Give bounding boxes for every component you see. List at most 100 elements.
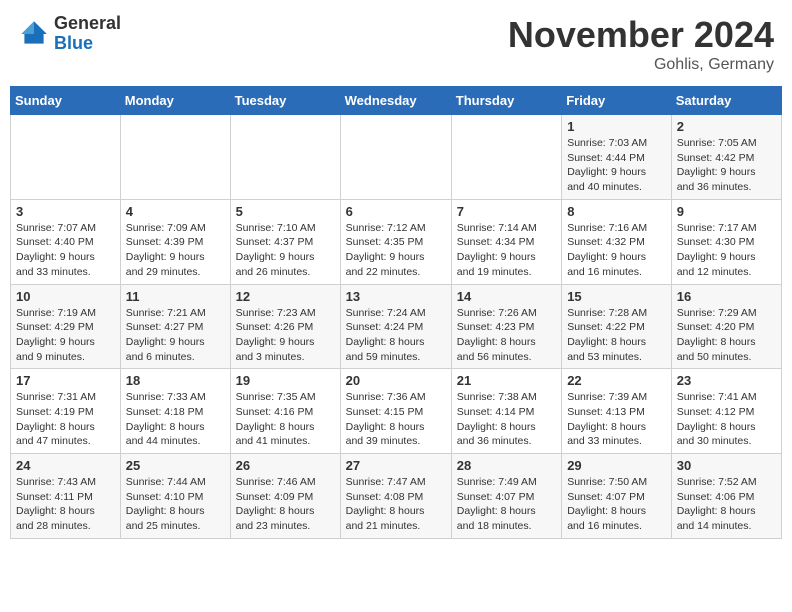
day-info: Sunrise: 7:05 AM Sunset: 4:42 PM Dayligh…	[677, 136, 776, 195]
calendar-cell: 12 Sunrise: 7:23 AM Sunset: 4:26 PM Dayli…	[230, 284, 340, 369]
weekday-header: Saturday	[671, 87, 781, 115]
calendar-cell: 30 Sunrise: 7:52 AM Sunset: 4:06 PM Dayli…	[671, 454, 781, 539]
calendar-cell: 18 Sunrise: 7:33 AM Sunset: 4:18 PM Dayli…	[120, 369, 230, 454]
calendar-cell: 29 Sunrise: 7:50 AM Sunset: 4:07 PM Dayli…	[562, 454, 672, 539]
logo-icon	[18, 18, 50, 50]
calendar-cell: 6Sunrise: 7:12 AM Sunset: 4:35 PM Daylig…	[340, 199, 451, 284]
calendar-cell: 13Sunrise: 7:24 AM Sunset: 4:24 PM Dayli…	[340, 284, 451, 369]
calendar-cell: 1 Sunrise: 7:03 AM Sunset: 4:44 PM Daylig…	[562, 115, 672, 200]
calendar-cell: 19 Sunrise: 7:35 AM Sunset: 4:16 PM Dayli…	[230, 369, 340, 454]
day-number: 16	[677, 289, 776, 304]
day-number: 8	[567, 204, 666, 219]
day-info: Sunrise: 7:16 AM Sunset: 4:32 PM Dayligh…	[567, 221, 666, 280]
day-info: Sunrise: 7:03 AM Sunset: 4:44 PM Dayligh…	[567, 136, 666, 195]
weekday-header: Tuesday	[230, 87, 340, 115]
page-header: General Blue November 2024 Gohlis, Germa…	[10, 10, 782, 78]
day-number: 13	[346, 289, 446, 304]
day-info: Sunrise: 7:38 AM Sunset: 4:14 PM Dayligh…	[457, 390, 556, 449]
weekday-header: Wednesday	[340, 87, 451, 115]
calendar-cell	[230, 115, 340, 200]
day-info: Sunrise: 7:28 AM Sunset: 4:22 PM Dayligh…	[567, 306, 666, 365]
calendar-cell: 26 Sunrise: 7:46 AM Sunset: 4:09 PM Dayli…	[230, 454, 340, 539]
calendar-cell: 23Sunrise: 7:41 AM Sunset: 4:12 PM Dayli…	[671, 369, 781, 454]
weekday-header: Sunday	[11, 87, 121, 115]
day-info: Sunrise: 7:10 AM Sunset: 4:37 PM Dayligh…	[236, 221, 335, 280]
day-info: Sunrise: 7:23 AM Sunset: 4:26 PM Dayligh…	[236, 306, 335, 365]
calendar-cell	[451, 115, 561, 200]
calendar-week-row: 1 Sunrise: 7:03 AM Sunset: 4:44 PM Daylig…	[11, 115, 782, 200]
day-number: 2	[677, 119, 776, 134]
calendar-cell: 8 Sunrise: 7:16 AM Sunset: 4:32 PM Daylig…	[562, 199, 672, 284]
calendar-cell: 28 Sunrise: 7:49 AM Sunset: 4:07 PM Dayli…	[451, 454, 561, 539]
calendar-cell: 4 Sunrise: 7:09 AM Sunset: 4:39 PM Daylig…	[120, 199, 230, 284]
day-info: Sunrise: 7:36 AM Sunset: 4:15 PM Dayligh…	[346, 390, 446, 449]
day-info: Sunrise: 7:31 AM Sunset: 4:19 PM Dayligh…	[16, 390, 115, 449]
calendar-cell	[120, 115, 230, 200]
day-info: Sunrise: 7:52 AM Sunset: 4:06 PM Dayligh…	[677, 475, 776, 534]
day-number: 7	[457, 204, 556, 219]
day-info: Sunrise: 7:17 AM Sunset: 4:30 PM Dayligh…	[677, 221, 776, 280]
calendar-week-row: 24 Sunrise: 7:43 AM Sunset: 4:11 PM Dayli…	[11, 454, 782, 539]
day-number: 29	[567, 458, 666, 473]
day-number: 9	[677, 204, 776, 219]
day-number: 6	[346, 204, 446, 219]
logo: General Blue	[18, 14, 121, 54]
day-info: Sunrise: 7:29 AM Sunset: 4:20 PM Dayligh…	[677, 306, 776, 365]
calendar-cell: 21 Sunrise: 7:38 AM Sunset: 4:14 PM Dayli…	[451, 369, 561, 454]
calendar-week-row: 17 Sunrise: 7:31 AM Sunset: 4:19 PM Dayli…	[11, 369, 782, 454]
day-number: 17	[16, 373, 115, 388]
month-title: November 2024	[508, 14, 774, 56]
calendar-cell: 27 Sunrise: 7:47 AM Sunset: 4:08 PM Dayli…	[340, 454, 451, 539]
day-number: 25	[126, 458, 225, 473]
calendar-cell	[340, 115, 451, 200]
calendar-cell: 25Sunrise: 7:44 AM Sunset: 4:10 PM Dayli…	[120, 454, 230, 539]
calendar-cell: 22Sunrise: 7:39 AM Sunset: 4:13 PM Dayli…	[562, 369, 672, 454]
day-number: 27	[346, 458, 446, 473]
calendar-cell: 10 Sunrise: 7:19 AM Sunset: 4:29 PM Dayli…	[11, 284, 121, 369]
title-block: November 2024 Gohlis, Germany	[508, 14, 774, 74]
day-number: 19	[236, 373, 335, 388]
day-number: 24	[16, 458, 115, 473]
day-info: Sunrise: 7:33 AM Sunset: 4:18 PM Dayligh…	[126, 390, 225, 449]
day-number: 11	[126, 289, 225, 304]
day-number: 28	[457, 458, 556, 473]
day-info: Sunrise: 7:50 AM Sunset: 4:07 PM Dayligh…	[567, 475, 666, 534]
day-number: 3	[16, 204, 115, 219]
day-number: 1	[567, 119, 666, 134]
day-number: 18	[126, 373, 225, 388]
logo-text: General Blue	[54, 14, 121, 54]
day-info: Sunrise: 7:43 AM Sunset: 4:11 PM Dayligh…	[16, 475, 115, 534]
calendar-cell: 7Sunrise: 7:14 AM Sunset: 4:34 PM Daylig…	[451, 199, 561, 284]
weekday-header: Friday	[562, 87, 672, 115]
day-info: Sunrise: 7:09 AM Sunset: 4:39 PM Dayligh…	[126, 221, 225, 280]
day-number: 30	[677, 458, 776, 473]
calendar-cell: 17 Sunrise: 7:31 AM Sunset: 4:19 PM Dayli…	[11, 369, 121, 454]
day-info: Sunrise: 7:21 AM Sunset: 4:27 PM Dayligh…	[126, 306, 225, 365]
day-number: 10	[16, 289, 115, 304]
day-number: 4	[126, 204, 225, 219]
calendar-cell: 14 Sunrise: 7:26 AM Sunset: 4:23 PM Dayli…	[451, 284, 561, 369]
calendar-cell: 5 Sunrise: 7:10 AM Sunset: 4:37 PM Daylig…	[230, 199, 340, 284]
day-info: Sunrise: 7:46 AM Sunset: 4:09 PM Dayligh…	[236, 475, 335, 534]
day-number: 15	[567, 289, 666, 304]
day-number: 26	[236, 458, 335, 473]
day-info: Sunrise: 7:39 AM Sunset: 4:13 PM Dayligh…	[567, 390, 666, 449]
day-info: Sunrise: 7:19 AM Sunset: 4:29 PM Dayligh…	[16, 306, 115, 365]
calendar-cell: 16 Sunrise: 7:29 AM Sunset: 4:20 PM Dayli…	[671, 284, 781, 369]
day-number: 14	[457, 289, 556, 304]
weekday-header-row: SundayMondayTuesdayWednesdayThursdayFrid…	[11, 87, 782, 115]
day-number: 12	[236, 289, 335, 304]
day-number: 5	[236, 204, 335, 219]
calendar-cell: 15 Sunrise: 7:28 AM Sunset: 4:22 PM Dayli…	[562, 284, 672, 369]
calendar-cell: 24 Sunrise: 7:43 AM Sunset: 4:11 PM Dayli…	[11, 454, 121, 539]
weekday-header: Thursday	[451, 87, 561, 115]
day-info: Sunrise: 7:47 AM Sunset: 4:08 PM Dayligh…	[346, 475, 446, 534]
calendar-cell: 20Sunrise: 7:36 AM Sunset: 4:15 PM Dayli…	[340, 369, 451, 454]
day-info: Sunrise: 7:26 AM Sunset: 4:23 PM Dayligh…	[457, 306, 556, 365]
logo-blue: Blue	[54, 34, 121, 54]
calendar-cell: 3Sunrise: 7:07 AM Sunset: 4:40 PM Daylig…	[11, 199, 121, 284]
day-number: 21	[457, 373, 556, 388]
day-info: Sunrise: 7:35 AM Sunset: 4:16 PM Dayligh…	[236, 390, 335, 449]
calendar-table: SundayMondayTuesdayWednesdayThursdayFrid…	[10, 86, 782, 539]
day-info: Sunrise: 7:49 AM Sunset: 4:07 PM Dayligh…	[457, 475, 556, 534]
